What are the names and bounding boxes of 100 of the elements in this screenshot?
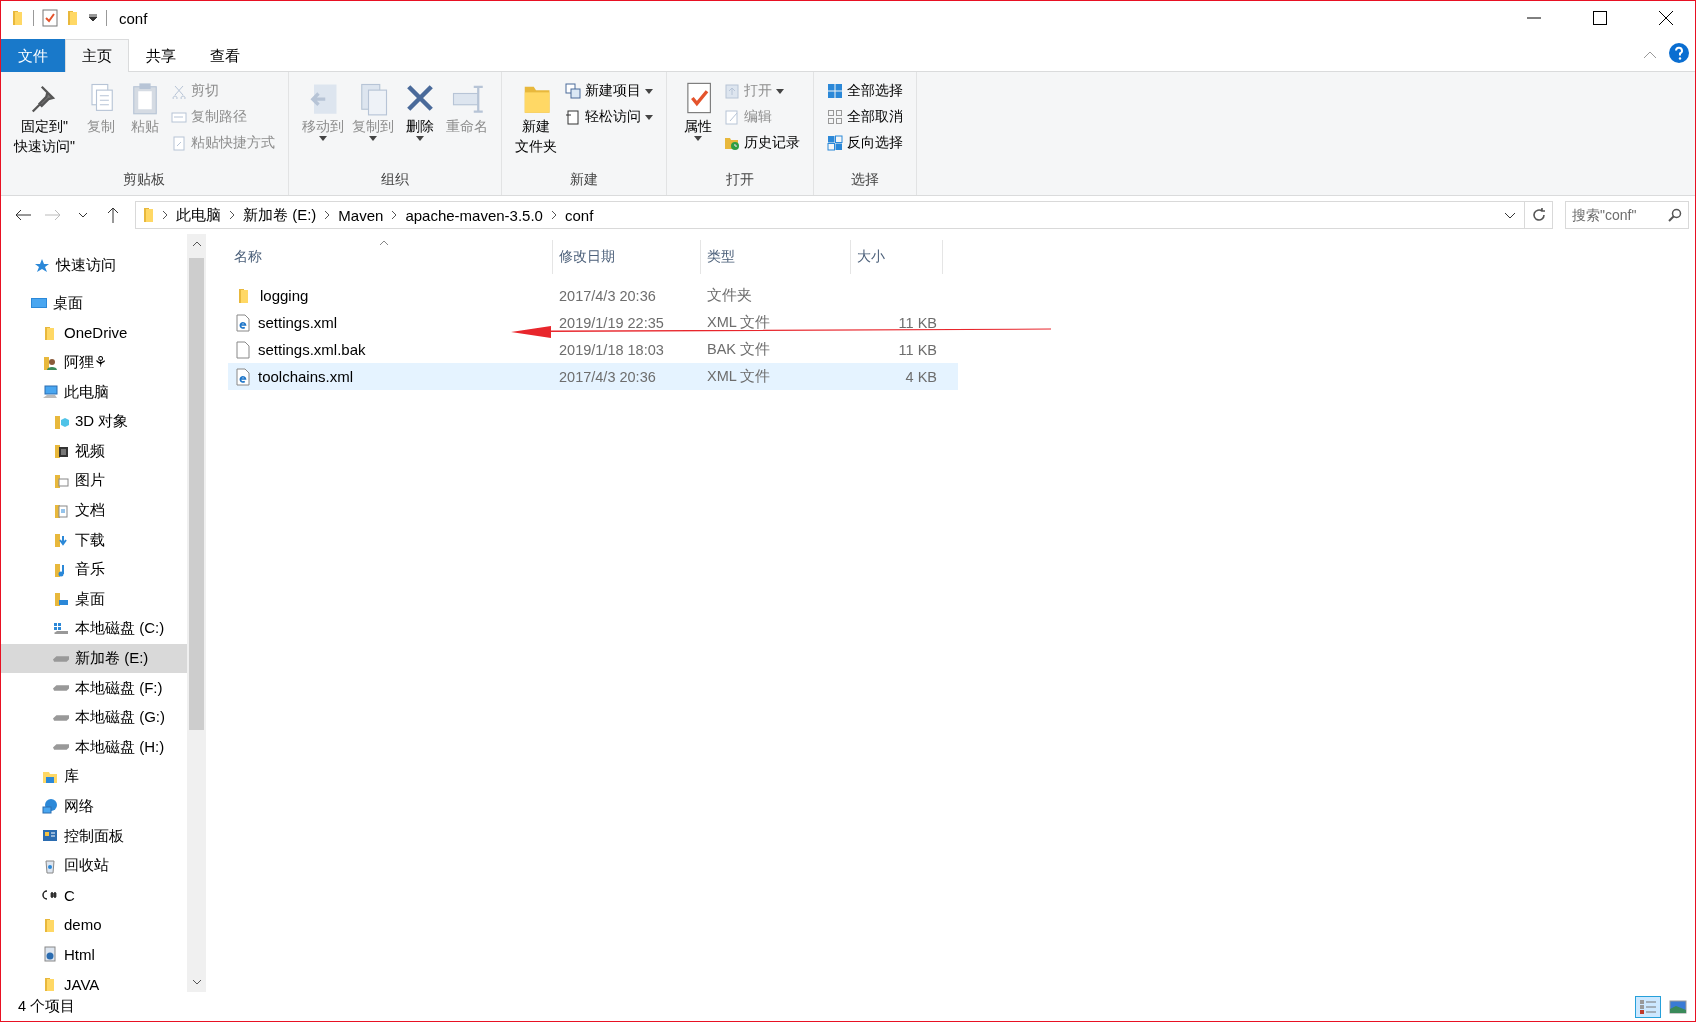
nav-item[interactable]: 快速访问 xyxy=(1,251,187,281)
nav-item[interactable]: 回收站 xyxy=(1,850,187,881)
close-icon xyxy=(1659,11,1673,25)
size-cell-text: 4 KB xyxy=(904,368,938,385)
video-icon xyxy=(53,443,69,460)
ribbon-button[interactable]: 属性 xyxy=(677,76,719,171)
ribbon-button[interactable]: 轻松访问 xyxy=(562,104,656,130)
nav-item[interactable]: 本地磁盘 (H:) xyxy=(1,732,187,763)
drive-icon xyxy=(53,685,69,692)
type-cell-text: XML 文件 xyxy=(706,313,772,332)
picture-icon xyxy=(53,472,69,489)
nav-item[interactable]: 网络 xyxy=(1,791,187,822)
select-all-icon xyxy=(827,83,843,99)
nav-item[interactable]: 控制面板 xyxy=(1,821,187,851)
doc-icon xyxy=(53,502,69,519)
dropdown-caret-icon xyxy=(776,88,784,94)
breadcrumb[interactable]: 新加卷 (E:) xyxy=(241,205,319,225)
group-label: 新建 xyxy=(569,171,599,189)
nav-item[interactable]: JAVA xyxy=(1,969,187,992)
nav-item[interactable]: OneDrive xyxy=(1,318,187,348)
ribbon-button[interactable]: 固定到" 快速访问" xyxy=(11,76,78,171)
open-icon xyxy=(724,83,740,99)
file-menu-tab[interactable]: 文件 xyxy=(1,39,65,72)
file-row[interactable]: settings.xml 2019/1/19 22:35 XML 文件 11 KB xyxy=(228,309,958,336)
column-header[interactable]: 类型 xyxy=(701,240,851,274)
chevron-icon[interactable] xyxy=(162,210,168,220)
ribbon-button[interactable]: 新建 文件夹 xyxy=(512,76,560,171)
chevron-down-icon xyxy=(78,212,88,218)
window-title: conf xyxy=(119,9,148,27)
minimize-icon xyxy=(1527,17,1541,19)
nav-item[interactable]: 本地磁盘 (F:) xyxy=(1,673,187,703)
chevron-icon[interactable] xyxy=(229,210,235,220)
ribbon-button[interactable]: 新建项目 xyxy=(562,78,656,104)
ribbon-tab[interactable]: 共享 xyxy=(129,39,193,72)
nav-item[interactable]: 阿狸⚘ xyxy=(1,347,187,378)
nav-item[interactable]: Html xyxy=(1,939,187,970)
ribbon-button[interactable]: 反向选择 xyxy=(824,130,906,156)
nav-item[interactable]: 3D 对象 xyxy=(1,406,187,437)
customize-caret-icon[interactable] xyxy=(88,14,98,22)
folder-icon[interactable] xyxy=(66,10,80,26)
nav-item[interactable]: C xyxy=(1,880,187,911)
ribbon-tab[interactable]: 主页 xyxy=(65,39,129,72)
nav-item[interactable]: 本地磁盘 (C:) xyxy=(1,614,187,644)
file-row[interactable]: toolchains.xml 2017/4/3 20:36 XML 文件 4 KB xyxy=(228,363,958,390)
scrollbar-thumb[interactable] xyxy=(189,258,204,730)
folder-icon[interactable] xyxy=(11,10,25,26)
help-icon[interactable] xyxy=(1669,43,1689,63)
nav-item[interactable]: 库 xyxy=(1,762,187,792)
nav-item[interactable]: 文档 xyxy=(1,495,187,526)
nav-item[interactable]: 本地磁盘 (G:) xyxy=(1,702,187,733)
search-field[interactable]: 搜索"conf" xyxy=(1565,201,1689,229)
breadcrumb[interactable]: conf xyxy=(562,206,596,224)
nav-item[interactable]: 桌面 xyxy=(1,584,187,615)
ribbon-button[interactable]: 全部选择 xyxy=(824,78,906,104)
select-none-icon xyxy=(827,109,843,125)
breadcrumb[interactable]: apache-maven-3.5.0 xyxy=(403,206,545,224)
network-icon xyxy=(42,798,58,815)
breadcrumb[interactable]: 此电脑 xyxy=(174,205,223,225)
column-header[interactable]: 名称 xyxy=(228,240,553,274)
drive-icon xyxy=(53,714,69,721)
chevron-down-icon xyxy=(1504,211,1516,219)
xml-file-icon xyxy=(236,313,250,332)
back-arrow-icon xyxy=(15,209,31,221)
nav-item[interactable]: 音乐 xyxy=(1,554,187,585)
dropdown-caret-icon xyxy=(645,88,653,94)
chevron-icon[interactable] xyxy=(550,210,557,220)
chevron-icon[interactable] xyxy=(391,210,398,220)
nav-item[interactable]: 视频 xyxy=(1,436,187,467)
sort-caret-icon xyxy=(378,240,389,246)
new-item-icon xyxy=(565,83,581,99)
file-row[interactable]: logging 2017/4/3 20:36 文件夹 xyxy=(228,282,958,309)
ribbon-button[interactable]: 全部取消 xyxy=(824,104,906,130)
thumbnails-view-icon xyxy=(1669,999,1687,1014)
nav-item[interactable]: 下载 xyxy=(1,525,187,555)
ribbon-tab[interactable]: 查看 xyxy=(193,39,257,72)
column-header[interactable]: 大小 xyxy=(851,240,943,274)
column-header[interactable]: 修改日期 xyxy=(553,240,701,274)
chevron-icon[interactable] xyxy=(324,210,331,220)
nav-item[interactable]: 新加卷 (E:) xyxy=(1,643,187,674)
breadcrumb[interactable]: Maven xyxy=(336,206,386,224)
nav-item[interactable]: 桌面 xyxy=(1,288,187,319)
file-row[interactable]: settings.xml.bak 2019/1/18 18:03 BAK 文件 11 KB xyxy=(228,336,958,363)
shortcut-icon xyxy=(565,109,581,125)
nav-item[interactable]: 图片 xyxy=(1,466,187,496)
collapse-ribbon-icon[interactable] xyxy=(1643,51,1657,59)
properties-icon[interactable] xyxy=(42,9,58,27)
ribbon-button[interactable]: 删除 xyxy=(399,76,441,171)
view-button[interactable] xyxy=(1635,995,1661,1018)
download-icon xyxy=(53,532,69,549)
search-icon xyxy=(1668,208,1682,222)
nav-item[interactable]: 此电脑 xyxy=(1,377,187,407)
invert-selection-icon xyxy=(827,135,843,151)
file-name: toolchains.xml xyxy=(258,368,354,385)
ribbon-button[interactable]: 历史记录 xyxy=(721,130,803,156)
item-count: 4 个项目 xyxy=(18,997,76,1016)
maximize-icon xyxy=(1593,11,1607,25)
nav-item[interactable]: demo xyxy=(1,910,187,940)
type-cell-text: 文件夹 xyxy=(706,286,753,305)
date-cell-text: 2017/4/3 20:36 xyxy=(558,368,657,385)
cube-icon xyxy=(53,413,69,430)
